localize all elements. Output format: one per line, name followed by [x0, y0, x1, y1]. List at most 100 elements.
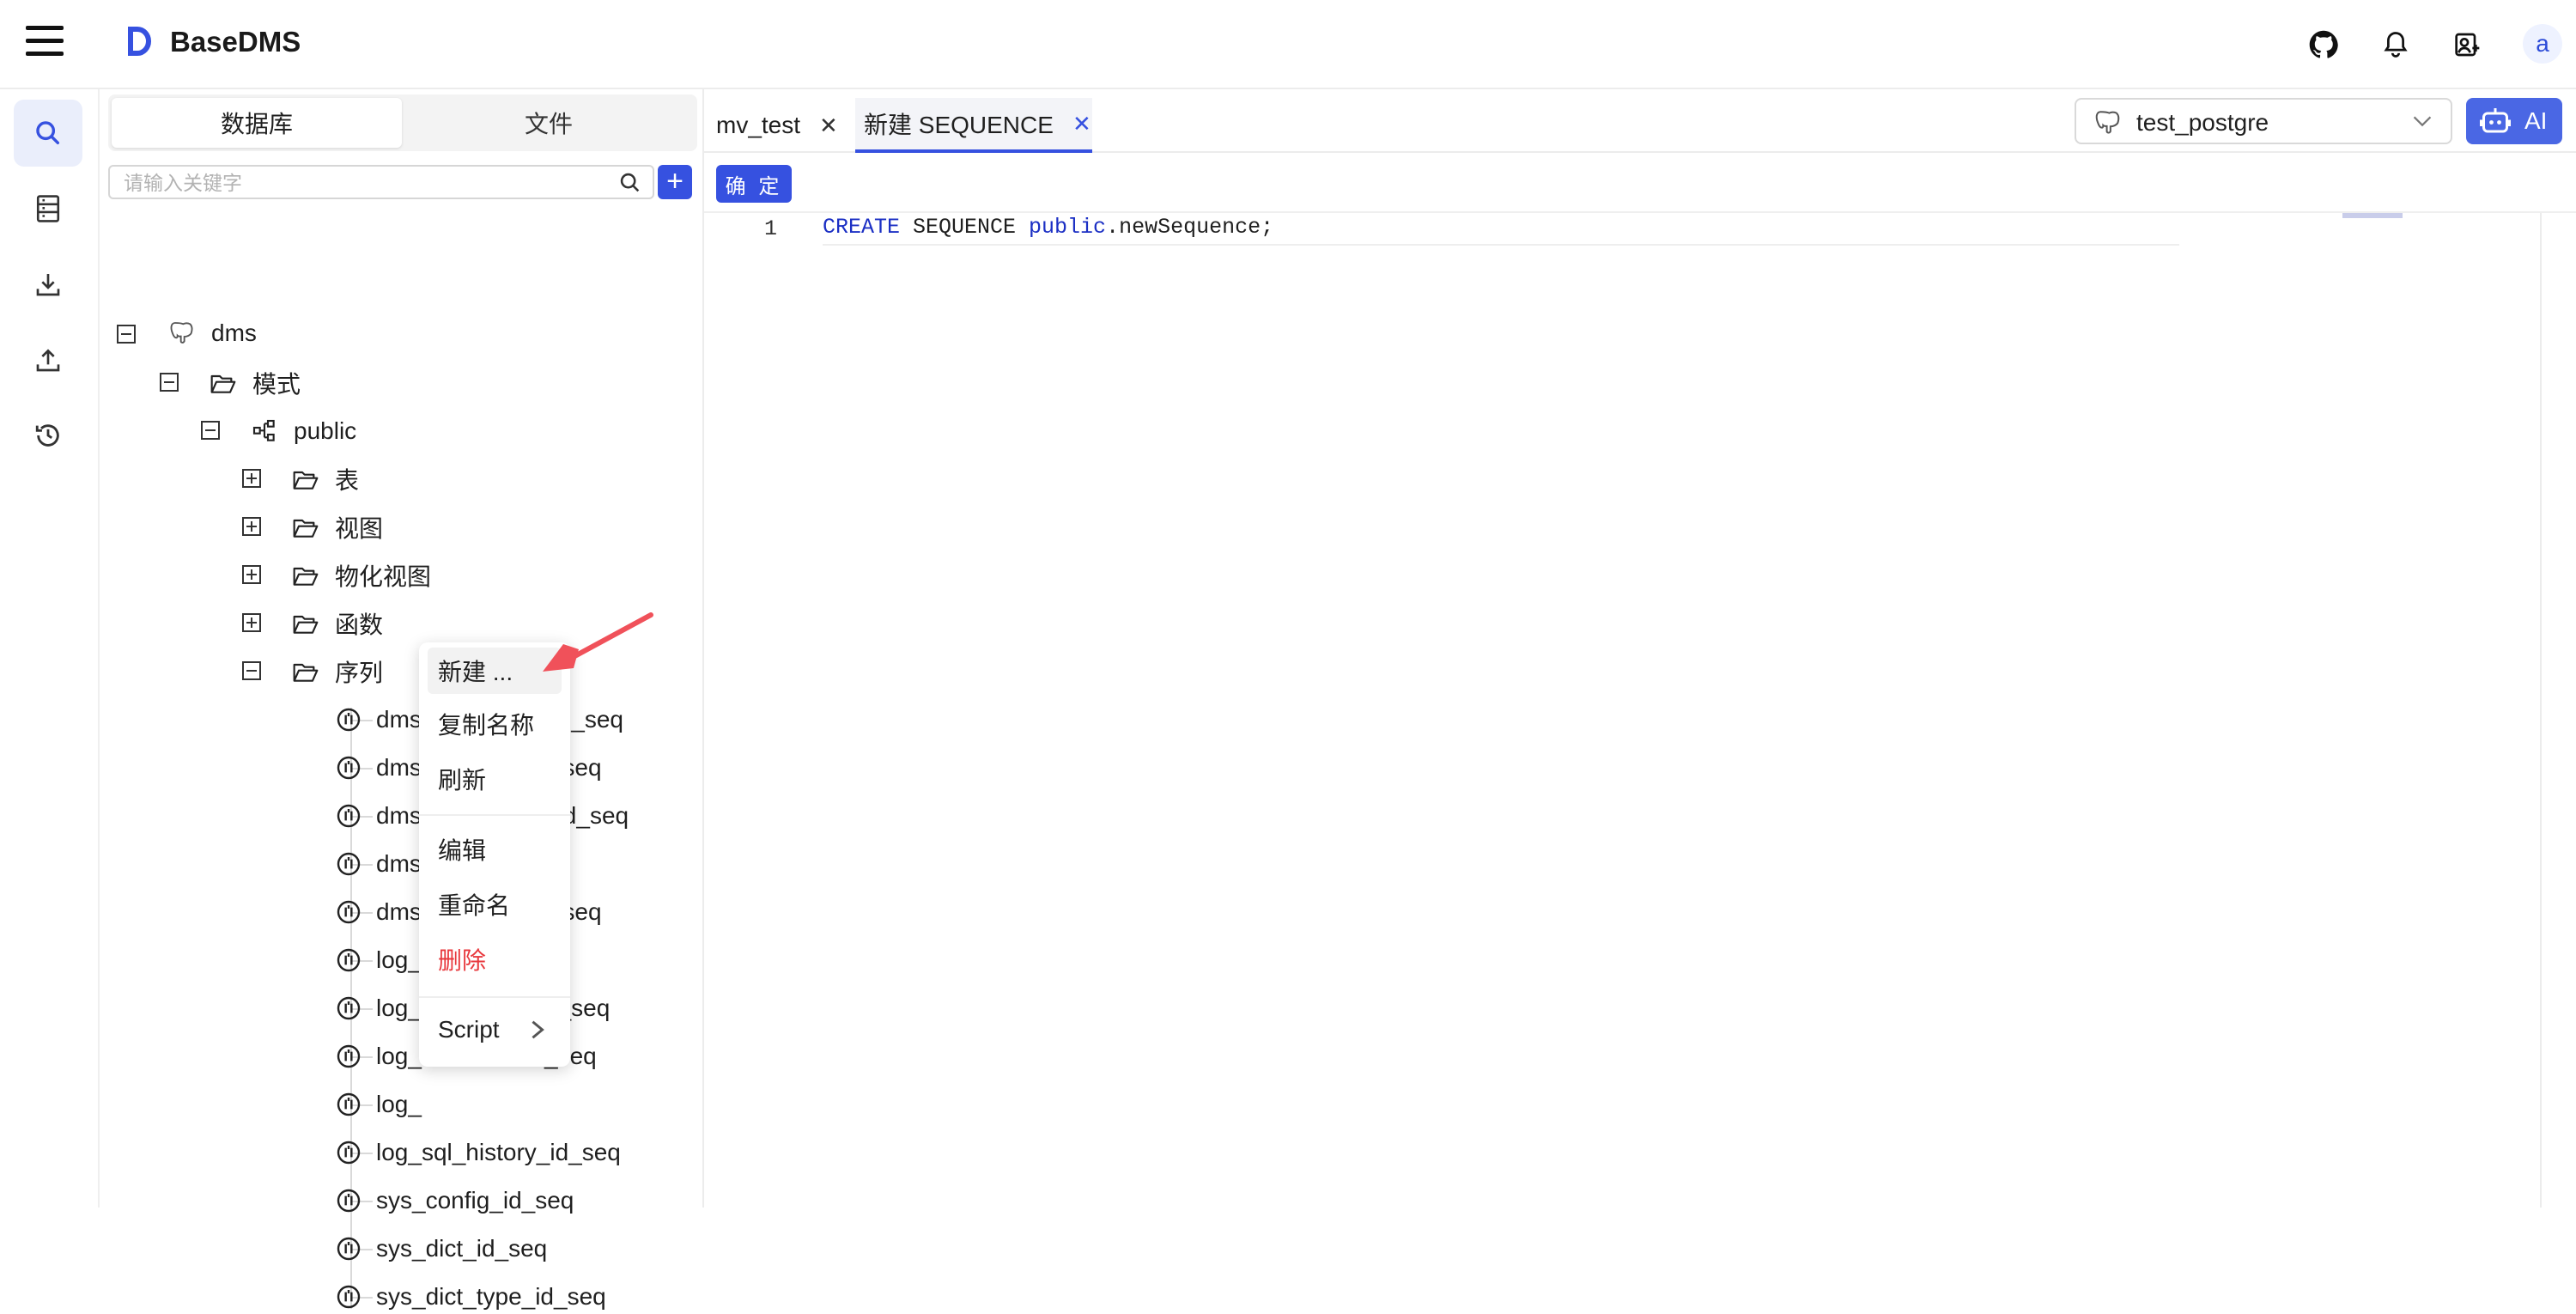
tree-node-schema-public[interactable]: public	[294, 414, 356, 448]
sequence-name: dms	[376, 754, 422, 781]
ai-button[interactable]: AI	[2466, 98, 2562, 144]
user-settings-icon[interactable]	[2449, 26, 2487, 64]
expand-toggle[interactable]	[242, 565, 261, 584]
sequence-name: sys_dict_type_id_seq	[376, 1283, 606, 1310]
sequence-name: log_	[376, 995, 422, 1021]
connection-select[interactable]: test_postgre	[2075, 98, 2452, 144]
tree-node-sequence[interactable]: log_ _seq	[376, 1039, 597, 1074]
tab-label: 新建 SEQUENCE	[864, 112, 1054, 138]
tab-label: mv_test	[716, 112, 801, 138]
ctx-script[interactable]: Script	[428, 1007, 562, 1053]
add-connection-button[interactable]: +	[658, 165, 692, 199]
sequence-name: dms	[376, 802, 422, 829]
expand-toggle[interactable]	[242, 517, 261, 536]
download-icon	[36, 274, 60, 296]
tree-node-sequences[interactable]: 序列	[335, 654, 383, 689]
folder-open-icon	[293, 471, 319, 490]
sequence-icon	[337, 1285, 361, 1309]
sequence-name: log_	[376, 1043, 422, 1069]
tree-node-sequence[interactable]: sys_dict_type_id_seq	[376, 1280, 606, 1314]
tree-node-sequence[interactable]: log_	[376, 1087, 422, 1122]
folder-open-icon	[293, 567, 319, 586]
annotation-arrow-icon	[543, 612, 653, 672]
rail-search-button[interactable]	[14, 100, 82, 167]
code-line[interactable]: CREATE SEQUENCE public.newSequence;	[823, 215, 2179, 246]
ctx-copy-name[interactable]: 复制名称	[428, 701, 562, 747]
app-header: BaseDMS a	[0, 0, 2576, 89]
search-input[interactable]	[122, 168, 606, 198]
sequence-icon	[337, 900, 361, 924]
tab-files[interactable]: 文件	[404, 98, 694, 148]
rail-download-button[interactable]	[14, 251, 82, 318]
sequence-name: log_sql_history_id_seq	[376, 1139, 621, 1165]
upload-icon	[36, 349, 60, 372]
sequence-icon	[337, 708, 361, 732]
tree-node-sequence[interactable]: sys_dict_id_seq	[376, 1232, 547, 1266]
tree-node-functions[interactable]: 函数	[335, 606, 383, 641]
expand-toggle[interactable]	[242, 469, 261, 488]
collapse-toggle[interactable]	[242, 661, 261, 680]
left-rail	[0, 89, 100, 1208]
tree-node-sequence[interactable]: log_q	[376, 943, 568, 977]
close-icon[interactable]: ✕	[819, 113, 838, 139]
tree-node-sequence[interactable]: sys_config_id_seq	[376, 1183, 574, 1218]
tab-mv-test[interactable]: mv_test ✕	[716, 98, 862, 153]
ai-button-label: AI	[2524, 107, 2548, 134]
github-icon[interactable]	[2305, 26, 2342, 64]
tree-node-sequence[interactable]: dms	[376, 847, 422, 881]
editor-minimap[interactable]	[2342, 213, 2403, 218]
avatar[interactable]: a	[2523, 24, 2562, 64]
tree-node-sequence[interactable]: dms _id_seq	[376, 799, 629, 833]
sequence-name: dms	[376, 850, 422, 877]
menu-divider	[419, 814, 570, 816]
sequence-icon	[337, 1141, 361, 1165]
connection-select-value: test_postgre	[2136, 109, 2269, 136]
bell-icon[interactable]	[2377, 26, 2415, 64]
collapse-toggle[interactable]	[117, 325, 136, 344]
rail-upload-button[interactable]	[14, 326, 82, 393]
folder-open-icon	[293, 519, 319, 538]
rail-database-button[interactable]	[14, 175, 82, 242]
tree-node-sequence[interactable]: log_ d_seq	[376, 991, 610, 1025]
confirm-button[interactable]: 确 定	[716, 165, 792, 203]
sequence-name: log_	[376, 1091, 422, 1117]
folder-open-icon	[210, 374, 236, 393]
tree-node-sequence[interactable]: dmsid_seq	[376, 895, 602, 929]
app-title: BaseDMS	[170, 26, 301, 58]
search-box	[108, 165, 654, 199]
collapse-toggle[interactable]	[160, 373, 179, 392]
sequence-name: sys_config_id_seq	[376, 1187, 574, 1214]
ctx-rename[interactable]: 重命名	[428, 881, 562, 928]
tab-new-sequence[interactable]: 新建 SEQUENCE ✕	[855, 98, 1092, 153]
rail-history-button[interactable]	[14, 402, 82, 469]
collapse-toggle[interactable]	[201, 421, 220, 440]
code-text: SEQUENCE	[900, 215, 1030, 240]
search-icon[interactable]	[618, 171, 642, 195]
sidebar-tabs: 数据库 文件	[108, 94, 697, 151]
tree-node-sequence[interactable]: log_sql_history_id_seq	[376, 1135, 621, 1170]
basedms-logo-icon	[128, 27, 151, 56]
sql-editor[interactable]: 1 CREATE SEQUENCE public.newSequence;	[704, 213, 2576, 1208]
menu-icon[interactable]	[26, 26, 64, 57]
robot-icon	[2480, 108, 2511, 133]
context-menu: 新建 ... 复制名称 刷新 编辑 重命名 删除 Script	[419, 642, 570, 1067]
close-icon[interactable]: ✕	[1072, 111, 1091, 137]
postgres-elephant-icon	[170, 322, 193, 344]
tree-node-materialized-views[interactable]: 物化视图	[335, 558, 431, 593]
tree-node-views[interactable]: 视图	[335, 510, 383, 544]
sequence-icon	[337, 1237, 361, 1261]
ctx-delete[interactable]: 删除	[428, 936, 562, 982]
postgres-elephant-icon	[2095, 111, 2120, 134]
ctx-edit[interactable]: 编辑	[428, 826, 562, 873]
editor-scrollbar[interactable]	[2540, 213, 2542, 1208]
tree-node-database[interactable]: dms	[211, 316, 257, 350]
tab-database[interactable]: 数据库	[112, 98, 402, 148]
tree-node-schemas[interactable]: 模式	[252, 366, 301, 400]
editor-toolbar: 确 定	[704, 153, 2576, 213]
tree-node-sequence[interactable]: dmsid_seq	[376, 751, 602, 785]
ctx-refresh[interactable]: 刷新	[428, 756, 562, 802]
sequence-icon	[337, 996, 361, 1020]
tree-node-tables[interactable]: 表	[335, 462, 359, 496]
expand-toggle[interactable]	[242, 613, 261, 632]
code-keyword: public	[1029, 215, 1107, 240]
